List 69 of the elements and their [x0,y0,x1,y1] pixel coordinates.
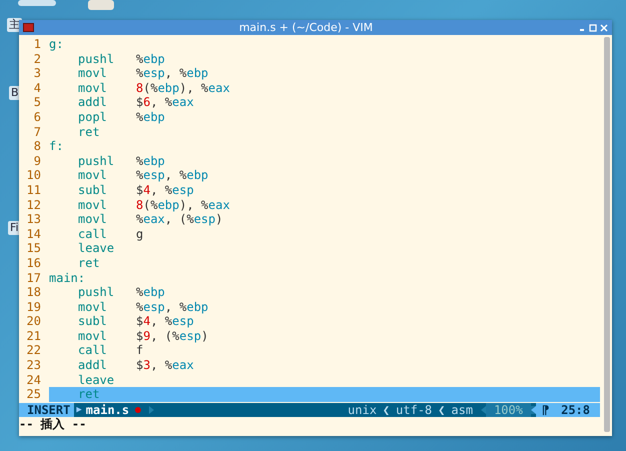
code-line: movl 8(%ebp), %eax [77,80,231,96]
code-line: movl %esp, %ebp [77,66,210,81]
line-number: 6 [32,110,42,125]
line-number: 16 [26,256,42,270]
command-line: -- 插入 -- [19,416,88,432]
line-number: 9 [32,154,42,168]
desktop-icon[interactable] [18,0,56,6]
line-number: 14 [26,226,42,242]
line-number: 21 [26,328,42,344]
mode-indicator: INSERT [19,402,74,417]
code-line: pushl %ebp [77,52,166,66]
line-number: 12 [26,198,42,212]
code-line: addl $3, %eax [77,358,195,373]
file-encoding: utf-8 [396,402,432,417]
line-number: 11 [26,182,42,198]
line-number: 2 [32,52,42,66]
line-number: 23 [26,358,42,373]
line-number: 24 [26,372,42,388]
line-number: 13 [26,212,42,227]
app-icon [23,23,34,32]
window-title: main.s + (~/Code) - VIM [238,21,374,34]
code-line: movl 8(%ebp), %eax [77,198,231,212]
code-line: addl $6, %eax [77,95,195,110]
separator-glyph: ❮ [382,402,390,417]
code-line: movl $9, (%esp) [77,328,210,344]
file-type: asm [451,402,473,417]
file-name: main.s [86,402,130,417]
code-line: pushl %ebp [77,285,166,300]
line-number: 25 [26,387,42,402]
line-number: 18 [26,285,42,300]
line-number: 22 [26,343,42,358]
code-line: call g [77,226,144,242]
scrollbar[interactable] [604,37,610,432]
code-line: main: [49,270,86,286]
code-line: leave [77,241,116,256]
cursor-position: 25:8 [561,402,590,417]
code-line: movl %esp, %ebp [77,300,210,314]
code-line: movl %eax, (%esp) [77,212,224,227]
code-line: ret [77,124,101,140]
maximize-icon[interactable] [589,24,597,32]
line-number: 7 [32,124,42,140]
code-line: popl %ebp [77,110,166,125]
line-number: 1 [32,37,42,52]
line-number: 15 [26,241,42,256]
code-line: ret [77,256,101,270]
line-number: 8 [32,139,42,154]
code-line: g: [49,37,64,52]
code-line: subl $4, %esp [77,314,195,329]
code-line: movl %esp, %ebp [77,168,210,183]
line-symbol: ⁋ [542,402,550,417]
code-line: pushl %ebp [77,154,166,168]
code-line: leave [77,372,116,388]
code-line: subl $4, %esp [77,182,195,198]
arrow-glyph: ▶ [76,404,82,417]
scroll-percent: 100% [486,402,531,417]
code-line: call f [77,343,144,358]
line-number: 19 [26,300,42,314]
separator-glyph: ❮ [438,402,446,417]
line-number: 4 [32,80,42,96]
line-number: 10 [26,168,42,183]
line-number: 20 [26,314,42,329]
line-number: 5 [32,95,42,110]
line-number: 17 [26,270,42,286]
close-icon[interactable] [600,24,608,32]
file-format: unix [348,402,377,417]
desktop-icon[interactable] [88,0,114,10]
code-line: f: [49,139,64,154]
line-number: 3 [32,66,42,81]
separator-icon [149,406,154,414]
